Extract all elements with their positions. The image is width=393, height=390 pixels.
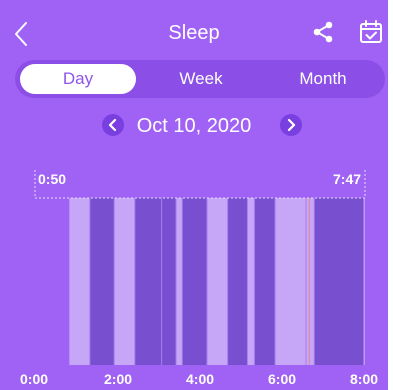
- x-axis-label: 4:00: [186, 371, 215, 387]
- light-sleep-bar: [207, 198, 228, 365]
- light-sleep-bar: [114, 198, 135, 365]
- tab-month[interactable]: Month: [265, 64, 381, 94]
- light-sleep-bar: [306, 198, 315, 365]
- x-axis-label: 2:00: [104, 371, 133, 387]
- light-sleep-bar: [176, 198, 183, 365]
- chevron-right-icon: [287, 118, 296, 132]
- current-date: Oct 10, 2020: [136, 115, 252, 137]
- deep-sleep-bar: [161, 198, 177, 365]
- share-button[interactable]: [311, 20, 335, 44]
- header: Sleep: [0, 0, 388, 64]
- x-axis-label: 6:00: [268, 371, 297, 387]
- light-sleep-bar: [69, 198, 90, 365]
- period-segmented-control: Day Week Month: [15, 60, 385, 98]
- light-sleep-bar: [247, 198, 255, 365]
- deep-sleep-bar: [89, 198, 115, 365]
- x-axis-label: 0:00: [20, 371, 49, 387]
- sleep-chart: 0:50 7:47 0:00 2:00 4:00 6:00 8:00: [0, 160, 388, 390]
- tab-day[interactable]: Day: [20, 64, 136, 94]
- next-date-button[interactable]: [280, 114, 302, 136]
- deep-sleep-bar: [182, 198, 208, 365]
- x-axis-label: 8:00: [350, 371, 379, 387]
- calendar-button[interactable]: [357, 18, 385, 46]
- tab-week[interactable]: Week: [143, 64, 259, 94]
- deep-sleep-bar: [314, 198, 364, 365]
- sleep-screen: Sleep Day Week Month Oct 10, 2020 0:50 7…: [0, 0, 388, 390]
- deep-sleep-bar: [254, 198, 276, 365]
- date-navigator: Oct 10, 2020: [0, 112, 388, 140]
- calendar-check-icon: [360, 20, 382, 43]
- deep-sleep-bar: [227, 198, 248, 365]
- light-sleep-bar: [275, 198, 307, 365]
- sleep-chart-plot: [34, 170, 366, 365]
- share-icon: [313, 21, 333, 43]
- deep-sleep-bar: [134, 198, 162, 365]
